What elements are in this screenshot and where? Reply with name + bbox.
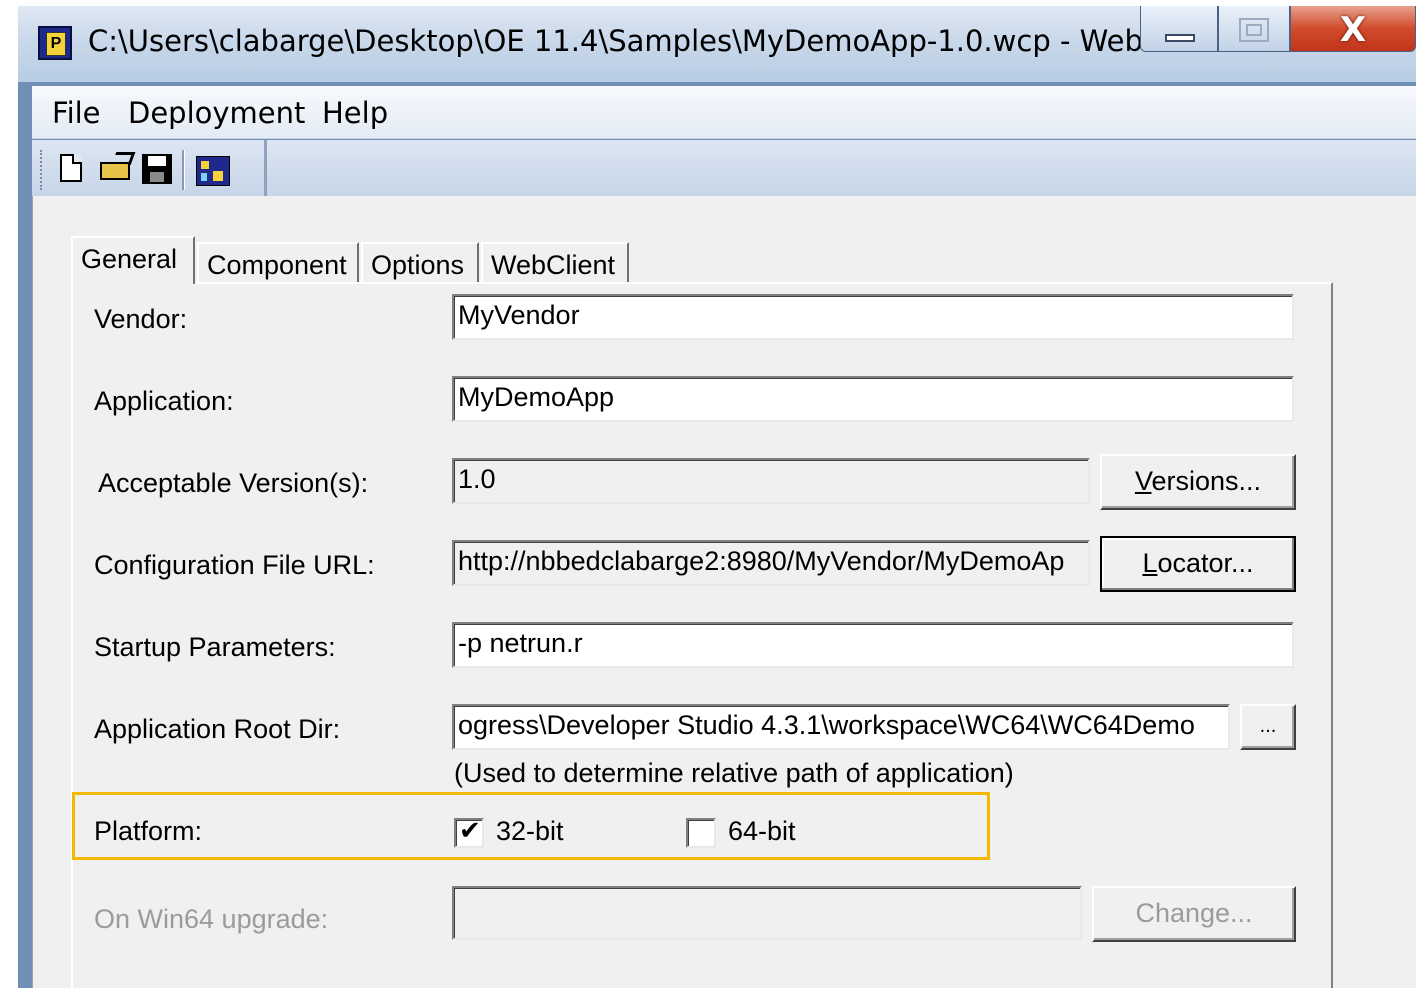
menu-help[interactable]: Help <box>322 96 388 130</box>
toolbar-grip[interactable] <box>40 150 46 190</box>
window-title: C:\Users\clabarge\Desktop\OE 11.4\Sample… <box>88 24 1207 58</box>
deploy-icon[interactable] <box>196 156 230 186</box>
win64-upgrade-label: On Win64 upgrade: <box>94 904 329 934</box>
menu-file[interactable]: File <box>52 96 101 130</box>
startup-params-label: Startup Parameters: <box>94 632 336 662</box>
versions-button-label: ersions... <box>1151 466 1262 496</box>
locator-button-label: ocator... <box>1157 548 1254 578</box>
change-button: Change... <box>1092 886 1296 942</box>
close-button[interactable]: X <box>1290 6 1416 52</box>
config-url-input: http://nbbedclabarge2:8980/MyVendor/MyDe… <box>452 540 1090 586</box>
open-folder-icon[interactable] <box>100 152 136 184</box>
browse-button[interactable]: ... <box>1240 704 1296 750</box>
versions-button-accel: V <box>1134 466 1152 496</box>
application-label: Application: <box>94 386 234 416</box>
locator-button[interactable]: Locator... <box>1100 536 1296 592</box>
tab-options[interactable]: Options <box>361 242 479 282</box>
new-file-icon[interactable] <box>60 154 82 182</box>
locator-button-accel: L <box>1142 548 1158 578</box>
minimize-icon <box>1165 34 1195 42</box>
tab-component[interactable]: Component <box>197 242 359 282</box>
menu-bar: File Deployment Help <box>32 86 1416 139</box>
maximize-icon <box>1239 18 1269 42</box>
root-dir-hint: (Used to determine relative path of appl… <box>454 758 1014 788</box>
platform-highlight-box <box>72 792 990 860</box>
tab-general[interactable]: General <box>71 236 195 284</box>
toolbar-separator <box>182 150 185 190</box>
close-icon: X <box>1339 10 1367 50</box>
vendor-input[interactable]: MyVendor <box>452 294 1294 340</box>
app-icon: P <box>38 26 72 60</box>
root-dir-label: Application Root Dir: <box>94 714 341 744</box>
startup-params-input[interactable]: -p netrun.r <box>452 622 1294 668</box>
toolbar <box>32 140 1416 197</box>
menu-deployment[interactable]: Deployment <box>128 96 305 130</box>
tab-webclient[interactable]: WebClient <box>481 242 629 282</box>
config-url-label: Configuration File URL: <box>94 550 375 580</box>
win64-upgrade-input <box>452 886 1082 940</box>
root-dir-input[interactable]: ogress\Developer Studio 4.3.1\workspace\… <box>452 704 1230 750</box>
title-bar[interactable]: P C:\Users\clabarge\Desktop\OE 11.4\Samp… <box>18 6 1416 82</box>
versions-button[interactable]: Versions... <box>1100 454 1296 510</box>
application-input[interactable]: MyDemoApp <box>452 376 1294 422</box>
vendor-label: Vendor: <box>94 304 188 334</box>
save-icon[interactable] <box>142 154 172 184</box>
toolbar-divider <box>264 140 267 196</box>
versions-label: Acceptable Version(s): <box>98 468 369 498</box>
maximize-button[interactable] <box>1218 6 1290 52</box>
versions-input: 1.0 <box>452 458 1090 504</box>
minimize-button[interactable] <box>1140 6 1218 52</box>
